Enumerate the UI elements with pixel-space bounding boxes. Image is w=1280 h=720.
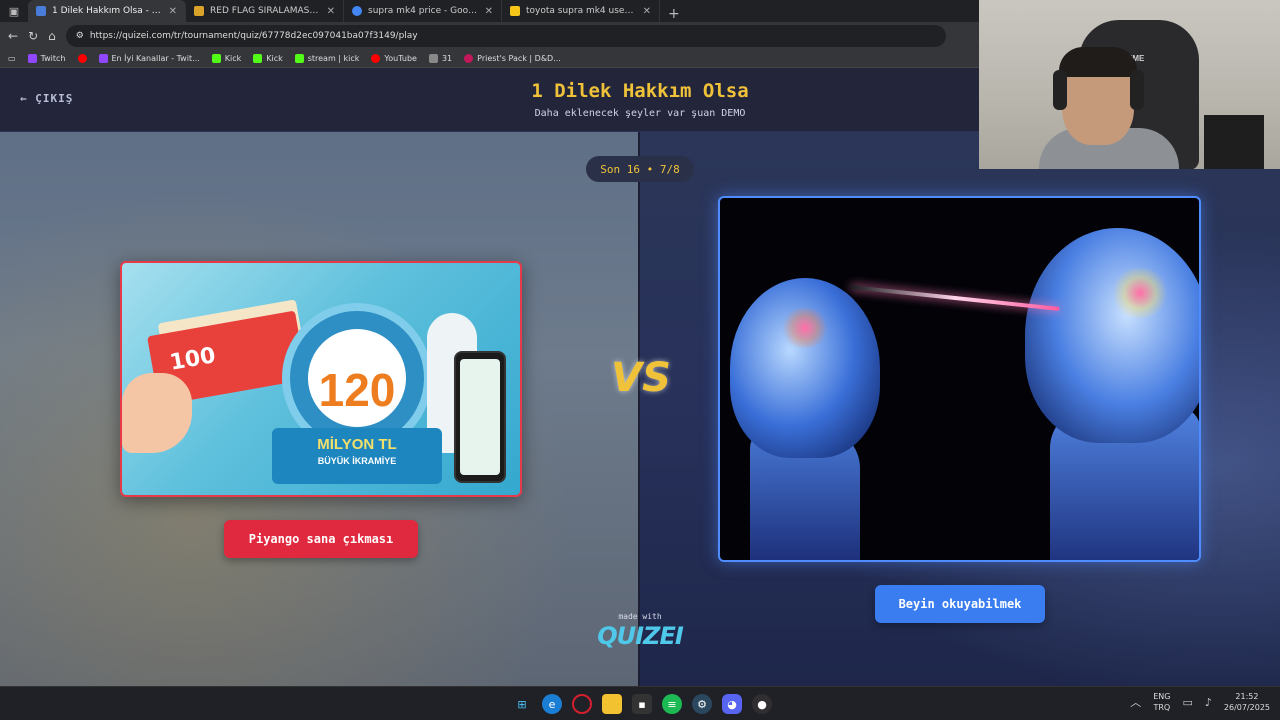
headphone-right bbox=[1130, 70, 1144, 110]
tray-chevron-icon[interactable]: ︿ bbox=[1130, 694, 1141, 710]
bookmark-item[interactable]: YouTube bbox=[371, 54, 417, 63]
bookmark-item[interactable]: stream | kick bbox=[294, 54, 359, 63]
telepathy-beam bbox=[850, 285, 1060, 311]
bookmark-item[interactable]: Kick bbox=[253, 54, 283, 63]
taskbar-apps: ⊞ e ▪ ≡ ⚙ ◕ ● bbox=[512, 694, 772, 714]
site-info-icon[interactable]: ⚙ bbox=[76, 31, 84, 41]
browser-tab[interactable]: toyota supra mk4 used - Search ✕ bbox=[502, 0, 660, 22]
left-figure-head bbox=[730, 278, 880, 458]
volume-icon[interactable]: ♪ bbox=[1205, 696, 1212, 709]
close-tab-icon[interactable]: ✕ bbox=[643, 6, 651, 17]
youtube-icon bbox=[371, 54, 381, 63]
round-indicator: Son 16 • 7/8 bbox=[586, 156, 694, 182]
tab-favicon-icon bbox=[194, 6, 204, 16]
made-with-text: made with bbox=[618, 612, 662, 621]
file-explorer-icon[interactable] bbox=[602, 694, 622, 714]
tab-title: toyota supra mk4 used - Search bbox=[526, 6, 637, 16]
windows-start-icon[interactable]: ⊞ bbox=[512, 694, 532, 714]
browser-tab[interactable]: supra mk4 price - Google'da Ara ✕ bbox=[344, 0, 502, 22]
clock-date: 26/07/2025 bbox=[1223, 703, 1270, 712]
jackpot-number: 120 bbox=[318, 364, 396, 416]
quizei-logo[interactable]: QUIZEI bbox=[590, 622, 690, 650]
jackpot-banner: MİLYON TL BÜYÜK İKRAMİYE bbox=[272, 428, 442, 484]
tab-title: 1 Dilek Hakkım Olsa - Quizei bbox=[52, 6, 163, 16]
discord-icon[interactable]: ◕ bbox=[722, 694, 742, 714]
back-arrow-icon[interactable]: ← bbox=[8, 29, 18, 43]
left-option-button[interactable]: Piyango sana çıkması bbox=[224, 520, 418, 558]
webcam-overlay: PRIME bbox=[979, 0, 1280, 169]
right-figure-head bbox=[1025, 228, 1199, 443]
ticket-amount: 100 bbox=[167, 343, 218, 376]
bookmark-item[interactable]: Kick bbox=[211, 54, 241, 63]
edge-icon[interactable]: e bbox=[542, 694, 562, 714]
twitch-icon bbox=[27, 54, 37, 63]
phone-image bbox=[454, 351, 506, 483]
headphone-left bbox=[1053, 70, 1067, 110]
windows-taskbar: ⊞ e ▪ ≡ ⚙ ◕ ● ︿ ENG TRQ ▭ ♪ 21:52 26/07/… bbox=[0, 686, 1280, 720]
address-bar[interactable]: ⚙ https://quizei.com/tr/tournament/quiz/… bbox=[65, 25, 946, 47]
pc-case bbox=[1204, 115, 1264, 169]
bookmark-item[interactable]: Priest's Pack | D&D... bbox=[464, 54, 561, 63]
bookmark-favicon-icon bbox=[464, 54, 474, 63]
bookmark-item[interactable]: 31 bbox=[428, 54, 452, 63]
tab-title: RED FLAG SIRALAMASI - Quizei bbox=[210, 6, 321, 16]
bookmark-item[interactable]: Twitch bbox=[27, 54, 66, 63]
folder-icon bbox=[428, 54, 438, 63]
left-option-image[interactable]: 100 120 MİLYON TL BÜYÜK İKRAMİYE bbox=[120, 261, 522, 497]
language-indicator[interactable]: ENG TRQ bbox=[1153, 691, 1170, 713]
home-icon[interactable]: ⌂ bbox=[48, 29, 56, 43]
kick-icon bbox=[211, 54, 221, 63]
tab-favicon-icon bbox=[36, 6, 46, 16]
url-text: https://quizei.com/tr/tournament/quiz/67… bbox=[89, 31, 418, 41]
browser-tab[interactable]: 1 Dilek Hakkım Olsa - Quizei ✕ bbox=[28, 0, 186, 22]
window-menu-icon[interactable]: ▣ bbox=[0, 0, 28, 22]
apps-icon[interactable]: ▭ bbox=[8, 54, 16, 63]
twitch-icon bbox=[98, 54, 108, 63]
person-hair bbox=[1059, 47, 1137, 77]
steam-icon[interactable]: ⚙ bbox=[692, 694, 712, 714]
reload-icon[interactable]: ↻ bbox=[28, 29, 38, 43]
tab-title: supra mk4 price - Google'da Ara bbox=[368, 6, 479, 16]
network-icon[interactable]: ▭ bbox=[1182, 696, 1192, 709]
obs-icon[interactable]: ● bbox=[752, 694, 772, 714]
brain-glow bbox=[780, 308, 830, 348]
close-tab-icon[interactable]: ✕ bbox=[327, 6, 335, 17]
vs-icon: VS bbox=[611, 355, 671, 401]
new-tab-button[interactable]: + bbox=[660, 6, 688, 22]
terminal-icon[interactable]: ▪ bbox=[632, 694, 652, 714]
youtube-icon bbox=[77, 54, 87, 63]
bookmark-item[interactable] bbox=[77, 54, 87, 63]
banner-line-1: MİLYON TL bbox=[317, 436, 397, 453]
right-option-button[interactable]: Beyin okuyabilmek bbox=[875, 585, 1045, 623]
kick-icon bbox=[294, 54, 304, 63]
close-tab-icon[interactable]: ✕ bbox=[485, 6, 493, 17]
clock[interactable]: 21:52 26/07/2025 bbox=[1224, 691, 1270, 713]
banner-line-2: BÜYÜK İKRAMİYE bbox=[317, 456, 397, 466]
close-tab-icon[interactable]: ✕ bbox=[169, 6, 177, 17]
clock-time: 21:52 bbox=[1235, 692, 1259, 701]
spotify-icon[interactable]: ≡ bbox=[662, 694, 682, 714]
hand-image bbox=[122, 373, 192, 453]
system-tray: ︿ ENG TRQ ▭ ♪ 21:52 26/07/2025 bbox=[1130, 691, 1270, 713]
right-option-image[interactable] bbox=[718, 196, 1201, 562]
kick-icon bbox=[253, 54, 263, 63]
browser-tab[interactable]: RED FLAG SIRALAMASI - Quizei ✕ bbox=[186, 0, 344, 22]
tab-favicon-icon bbox=[352, 6, 362, 16]
bookmark-item[interactable]: En İyi Kanallar - Twit... bbox=[98, 54, 200, 63]
brain-glow bbox=[1110, 268, 1170, 318]
opera-icon[interactable] bbox=[572, 694, 592, 714]
tab-favicon-icon bbox=[510, 6, 520, 16]
